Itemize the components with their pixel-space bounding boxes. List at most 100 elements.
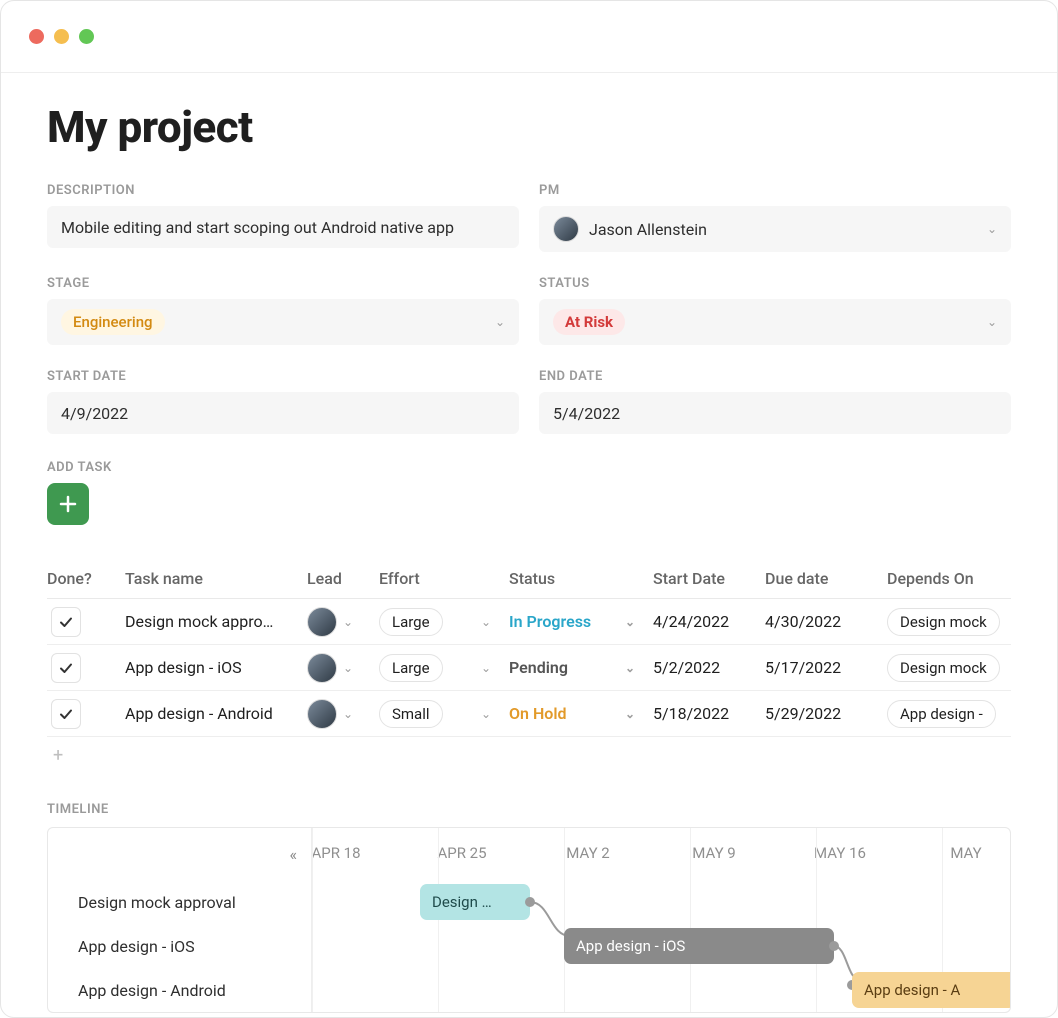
end-date-input[interactable]: 5/4/2022 bbox=[539, 392, 1011, 434]
timeline-date-label: MAY 9 bbox=[692, 844, 735, 862]
chevron-down-icon: ⌄ bbox=[343, 707, 353, 721]
end-date-label: END DATE bbox=[539, 369, 1011, 384]
status-cell[interactable]: In Progress⌄ bbox=[509, 612, 653, 631]
timeline-date-label: MAY 16 bbox=[814, 844, 866, 862]
start-date-cell[interactable]: 5/2/2022 bbox=[653, 658, 765, 677]
done-checkbox[interactable] bbox=[51, 653, 81, 683]
task-table: Done? Task name Lead Effort Status Start… bbox=[47, 569, 1011, 774]
page-title: My project bbox=[47, 101, 1011, 153]
col-done: Done? bbox=[47, 569, 125, 588]
add-task-label: ADD TASK bbox=[47, 460, 1011, 475]
timeline-chart[interactable]: APR 18APR 25MAY 2MAY 9MAY 16MAY Design … bbox=[312, 828, 1010, 1012]
start-date-cell[interactable]: 5/18/2022 bbox=[653, 704, 765, 723]
window-zoom-button[interactable] bbox=[79, 29, 94, 44]
add-task-button[interactable] bbox=[47, 483, 89, 525]
depends-value: App design - bbox=[887, 700, 996, 728]
table-row[interactable]: Design mock appro…⌄Large⌄In Progress⌄4/2… bbox=[47, 599, 1011, 645]
timeline-task-name[interactable]: App design - Android bbox=[48, 968, 311, 1012]
col-due-date: Due date bbox=[765, 569, 887, 588]
chevron-down-icon: ⌄ bbox=[625, 707, 635, 721]
timeline-dependency-node bbox=[829, 941, 839, 951]
col-start-date: Start Date bbox=[653, 569, 765, 588]
depends-cell[interactable]: Design mock bbox=[887, 658, 1011, 677]
timeline-container: « Design mock approvalApp design - iOSAp… bbox=[47, 827, 1011, 1013]
done-checkbox[interactable] bbox=[51, 699, 81, 729]
due-date-cell[interactable]: 5/17/2022 bbox=[765, 658, 887, 677]
add-row-button[interactable]: + bbox=[47, 737, 1011, 774]
page-content: My project DESCRIPTION Mobile editing an… bbox=[1, 73, 1057, 1013]
start-date-field: START DATE 4/9/2022 bbox=[47, 369, 519, 434]
project-fields: DESCRIPTION Mobile editing and start sco… bbox=[47, 183, 1011, 434]
status-select[interactable]: At Risk ⌄ bbox=[539, 299, 1011, 345]
effort-value: Large bbox=[379, 608, 443, 636]
lead-cell[interactable]: ⌄ bbox=[307, 607, 379, 637]
timeline-date-label: MAY bbox=[950, 844, 981, 862]
chevron-down-icon: ⌄ bbox=[343, 615, 353, 629]
end-date-value: 5/4/2022 bbox=[553, 404, 620, 423]
timeline-section: TIMELINE « Design mock approvalApp desig… bbox=[47, 802, 1011, 1013]
lead-cell[interactable]: ⌄ bbox=[307, 699, 379, 729]
start-date-label: START DATE bbox=[47, 369, 519, 384]
chevron-down-icon: ⌄ bbox=[481, 707, 491, 721]
plus-icon bbox=[58, 494, 78, 514]
timeline-collapse-button[interactable]: « bbox=[289, 845, 297, 864]
stage-field: STAGE Engineering ⌄ bbox=[47, 276, 519, 345]
check-icon bbox=[58, 706, 74, 722]
chevron-down-icon: ⌄ bbox=[987, 315, 997, 329]
pm-value: Jason Allenstein bbox=[589, 220, 707, 239]
timeline-date-label: APR 18 bbox=[312, 844, 361, 862]
avatar bbox=[307, 653, 337, 683]
effort-cell[interactable]: Small ⌄ bbox=[379, 700, 509, 728]
status-cell[interactable]: Pending⌄ bbox=[509, 658, 653, 677]
depends-cell[interactable]: App design - bbox=[887, 704, 1011, 723]
chevron-down-icon: ⌄ bbox=[343, 661, 353, 675]
window-close-button[interactable] bbox=[29, 29, 44, 44]
table-row[interactable]: App design - Android ⌄ Small ⌄ On Hold ⌄ 5/18/… bbox=[47, 691, 1011, 737]
timeline-bar-label: App design - A bbox=[864, 981, 960, 999]
done-checkbox[interactable] bbox=[51, 607, 81, 637]
effort-cell[interactable]: Large⌄ bbox=[379, 654, 509, 682]
stage-label: STAGE bbox=[47, 276, 519, 291]
table-row[interactable]: App design - iOS⌄Large⌄Pending⌄5/2/20225… bbox=[47, 645, 1011, 691]
timeline-task-name[interactable]: Design mock approval bbox=[48, 880, 311, 924]
timeline-task-name[interactable]: App design - iOS bbox=[48, 924, 311, 968]
depends-value: Design mock bbox=[887, 608, 1000, 636]
start-date-cell[interactable]: 4/24/2022 bbox=[653, 612, 765, 631]
lead-cell[interactable]: ⌄ bbox=[307, 653, 379, 683]
app-window: My project DESCRIPTION Mobile editing an… bbox=[0, 0, 1058, 1018]
due-date-cell[interactable]: 4/30/2022 bbox=[765, 612, 887, 631]
start-date-input[interactable]: 4/9/2022 bbox=[47, 392, 519, 434]
status-label: STATUS bbox=[539, 276, 1011, 291]
chevron-down-icon: ⌄ bbox=[625, 661, 635, 675]
description-field: DESCRIPTION Mobile editing and start sco… bbox=[47, 183, 519, 252]
chevron-down-icon: ⌄ bbox=[495, 315, 505, 329]
stage-select[interactable]: Engineering ⌄ bbox=[47, 299, 519, 345]
timeline-bar[interactable]: Design … bbox=[420, 884, 530, 920]
col-lead: Lead bbox=[307, 569, 379, 588]
timeline-date-label: MAY 2 bbox=[566, 844, 609, 862]
avatar bbox=[307, 607, 337, 637]
task-name-cell[interactable]: App design - iOS bbox=[125, 658, 307, 677]
effort-value: Small bbox=[379, 700, 443, 728]
col-depends-on: Depends On bbox=[887, 569, 1011, 588]
task-name-cell[interactable]: Design mock appro… bbox=[125, 612, 307, 631]
avatar bbox=[307, 699, 337, 729]
depends-cell[interactable]: Design mock bbox=[887, 612, 1011, 631]
window-titlebar bbox=[1, 1, 1057, 73]
description-input[interactable]: Mobile editing and start scoping out And… bbox=[47, 206, 519, 248]
stage-value: Engineering bbox=[61, 309, 165, 335]
window-minimize-button[interactable] bbox=[54, 29, 69, 44]
effort-cell[interactable]: Large⌄ bbox=[379, 608, 509, 636]
col-task-name: Task name bbox=[125, 569, 307, 588]
timeline-bar[interactable]: App design - A bbox=[852, 972, 1010, 1008]
chevron-down-icon: ⌄ bbox=[625, 615, 635, 629]
task-name-cell[interactable]: App design - Android bbox=[125, 704, 307, 723]
chevron-down-icon: ⌄ bbox=[987, 222, 997, 236]
pm-select[interactable]: Jason Allenstein ⌄ bbox=[539, 206, 1011, 252]
chevron-down-icon: ⌄ bbox=[481, 661, 491, 675]
pm-label: PM bbox=[539, 183, 1011, 198]
due-date-cell[interactable]: 5/29/2022 bbox=[765, 704, 887, 723]
timeline-bar[interactable]: App design - iOS bbox=[564, 928, 834, 964]
status-cell[interactable]: On Hold ⌄ bbox=[509, 704, 653, 723]
status-value: On Hold bbox=[509, 704, 567, 723]
